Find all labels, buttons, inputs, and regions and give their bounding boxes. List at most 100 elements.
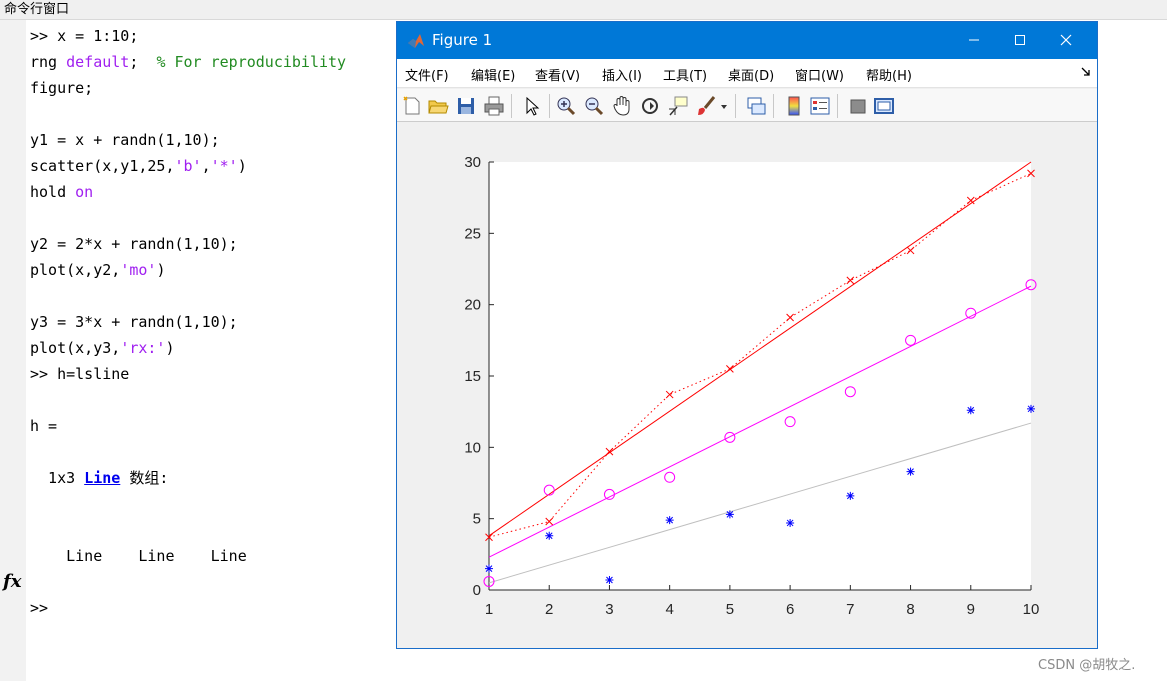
minimize-button[interactable]: [951, 22, 997, 59]
command-text: '*': [210, 157, 238, 175]
data-point: [1027, 404, 1035, 413]
toolbar-separator: [735, 94, 736, 118]
x-tick-label: 6: [786, 601, 794, 618]
y-tick-label: 5: [473, 511, 481, 528]
command-text: y3 = 3*x + randn(1,10);: [30, 313, 238, 331]
close-button[interactable]: [1043, 22, 1089, 59]
x-tick-label: 2: [545, 601, 553, 618]
y-tick-label: 0: [473, 582, 481, 599]
zoom-in-icon[interactable]: [555, 95, 577, 117]
command-text: y2 = 2*x + randn(1,10);: [30, 235, 238, 253]
menu-view[interactable]: 查看(V): [535, 65, 580, 84]
figure-titlebar[interactable]: Figure 1: [397, 22, 1097, 59]
scatter-plot[interactable]: 1 2 3 4 5 6 7 8 9 10 0 5 10 15 20 25 30: [397, 122, 1097, 648]
menu-desktop[interactable]: 桌面(D): [728, 65, 774, 84]
toolbar-separator: [837, 94, 838, 118]
maximize-button[interactable]: [997, 22, 1043, 59]
command-text: y1 = x + randn(1,10);: [30, 131, 220, 149]
command-text: 'mo': [120, 261, 157, 279]
data-point: [786, 518, 795, 527]
command-line: >> x = 1:10;: [30, 23, 138, 49]
maximize-icon: [1015, 35, 1025, 45]
toolbar-separator: [549, 94, 550, 118]
command-text: ): [237, 157, 247, 175]
command-text: ,: [201, 157, 211, 175]
x-tick-label: 1: [485, 601, 493, 618]
line-link[interactable]: Line: [84, 469, 120, 487]
command-text: >> x = 1:10;: [30, 27, 139, 45]
figure-canvas[interactable]: 1 2 3 4 5 6 7 8 9 10 0 5 10 15 20 25 30: [397, 122, 1097, 648]
show-plot-tools-icon[interactable]: [873, 95, 895, 117]
command-text: 1x3: [30, 469, 85, 487]
menu-file[interactable]: 文件(F): [405, 65, 449, 84]
undock-arrow-icon[interactable]: [1081, 67, 1091, 77]
command-line: y3 = 3*x + randn(1,10);: [30, 309, 238, 335]
command-line: plot(x,y2,'mo'): [30, 257, 165, 283]
brush-icon[interactable]: [695, 95, 717, 117]
data-point: [966, 406, 975, 415]
hide-plot-tools-icon[interactable]: [847, 95, 869, 117]
figure-menubar: 文件(F) 编辑(E) 查看(V) 插入(I) 工具(T) 桌面(D) 窗口(W…: [397, 59, 1097, 88]
function-browser-icon[interactable]: fx: [3, 571, 21, 592]
command-line: y1 = x + randn(1,10);: [30, 127, 220, 153]
command-line: rng default; % For reproducibility: [30, 49, 346, 75]
toolbar-separator: [773, 94, 774, 118]
command-text: 'rx:': [120, 339, 166, 357]
rotate-3d-icon[interactable]: [639, 95, 661, 117]
command-text: Line Line Line: [30, 547, 247, 565]
command-line: figure;: [30, 75, 93, 101]
command-line: >> h=lsline: [30, 361, 129, 387]
x-tick-label: 10: [1023, 601, 1040, 618]
command-text: scatter(x,y1,25,: [30, 157, 175, 175]
open-file-icon[interactable]: [427, 95, 449, 117]
save-icon[interactable]: [455, 95, 477, 117]
figure-title: Figure 1: [432, 31, 493, 49]
data-cursor-icon[interactable]: [667, 95, 689, 117]
link-plot-icon[interactable]: [745, 95, 767, 117]
command-text: hold: [30, 183, 76, 201]
zoom-out-icon[interactable]: [583, 95, 605, 117]
command-line: plot(x,y3,'rx:'): [30, 335, 175, 361]
data-point: [725, 510, 734, 519]
print-icon[interactable]: [483, 95, 505, 117]
x-tick-label: 4: [665, 601, 673, 618]
data-point: [665, 516, 674, 525]
new-figure-icon[interactable]: [401, 95, 423, 117]
command-text: default: [66, 53, 130, 71]
command-line: Line Line Line: [30, 543, 247, 569]
chevron-down-icon[interactable]: [719, 95, 729, 117]
command-text: rng: [30, 53, 67, 71]
command-line: h =: [30, 413, 57, 439]
command-line: y2 = 2*x + randn(1,10);: [30, 231, 238, 257]
command-text: 'b': [174, 157, 202, 175]
menu-help[interactable]: 帮助(H): [866, 65, 912, 84]
command-line: 1x3 Line 数组:: [30, 465, 168, 491]
menu-edit[interactable]: 编辑(E): [471, 65, 515, 84]
select-arrow-icon[interactable]: [521, 95, 543, 117]
x-tick-label: 8: [906, 601, 914, 618]
figure-window[interactable]: Figure 1 文件(F) 编辑(E) 查看(V) 插入(I) 工具(T) 桌…: [396, 21, 1098, 649]
command-text: 数组:: [120, 469, 169, 487]
y-tick-label: 10: [464, 439, 481, 456]
data-point: [906, 467, 915, 476]
data-point: [605, 576, 614, 585]
menu-window[interactable]: 窗口(W): [795, 65, 844, 84]
x-tick-label: 7: [846, 601, 854, 618]
legend-icon[interactable]: [809, 95, 831, 117]
command-text: on: [75, 183, 94, 201]
plot-area: [489, 162, 1031, 590]
toolbar-separator: [511, 94, 512, 118]
data-point: [545, 531, 554, 540]
colorbar-icon[interactable]: [783, 95, 805, 117]
command-text: >>: [30, 599, 49, 617]
command-text: h =: [30, 417, 58, 435]
minimize-icon: [969, 39, 979, 41]
command-line: hold on: [30, 179, 93, 205]
menu-tools[interactable]: 工具(T): [663, 65, 707, 84]
command-window-title: 命令行窗口: [0, 0, 1167, 20]
menu-insert[interactable]: 插入(I): [602, 65, 642, 84]
x-tick-label: 5: [726, 601, 734, 618]
data-point: [485, 564, 493, 573]
pan-hand-icon[interactable]: [611, 95, 633, 117]
command-text: plot(x,y3,: [30, 339, 121, 357]
